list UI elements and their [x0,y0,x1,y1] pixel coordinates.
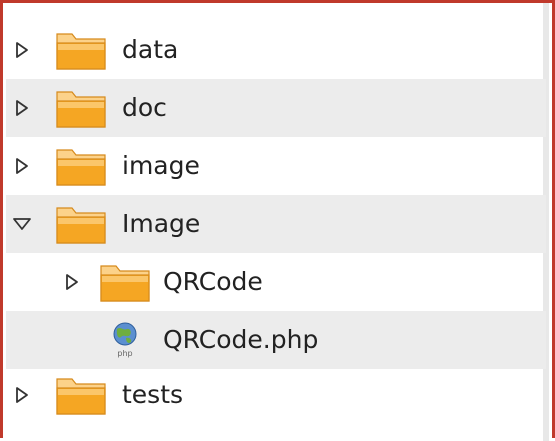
folder-icon [56,149,106,186]
tree-row-image[interactable]: image [6,137,546,195]
tree-item-label: QRCode.php [163,324,319,354]
tree-item-label: Image [122,208,201,238]
expand-arrow-icon[interactable] [12,385,32,405]
php-file-icon-text: php [117,349,132,358]
folder-icon [56,33,106,70]
expand-arrow-icon[interactable] [62,272,82,292]
php-file-icon: php [113,322,137,358]
tree-row-doc[interactable]: doc [6,79,546,137]
tree-row-data[interactable]: data [6,21,546,79]
expand-arrow-icon[interactable] [12,156,32,176]
file-tree-panel: data doc image Image QRCode php QRCode.p… [0,0,555,441]
expand-arrow-icon[interactable] [12,98,32,118]
folder-icon [56,91,106,128]
tree-row-image-expanded[interactable]: Image [6,195,546,253]
tree-item-label: tests [122,379,184,409]
folder-icon [100,265,150,302]
collapse-arrow-icon[interactable] [12,214,32,234]
expand-arrow-icon[interactable] [12,40,32,60]
tree-row-qrcode-php[interactable]: php QRCode.php [6,311,546,369]
tree-row-qrcode[interactable]: QRCode [6,253,546,311]
folder-icon [56,207,106,244]
tree-row-tests[interactable]: tests [6,369,546,421]
tree-item-label: data [122,34,179,64]
folder-icon [56,378,106,415]
tree-item-label: QRCode [163,266,263,296]
tree-item-label: image [122,150,200,180]
file-tree: data doc image Image QRCode php QRCode.p… [6,21,546,421]
tree-item-label: doc [122,92,167,122]
